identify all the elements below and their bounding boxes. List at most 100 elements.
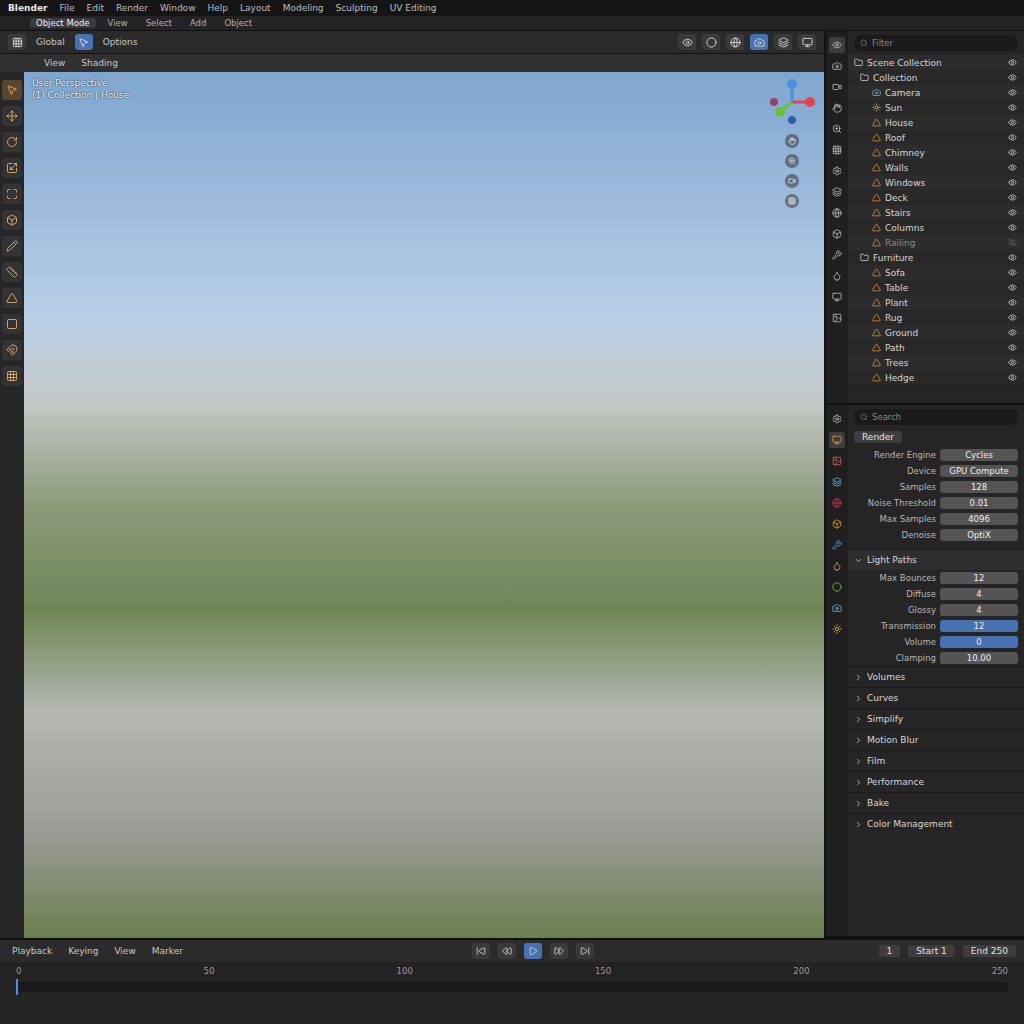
visibility-toggle[interactable] <box>1006 252 1018 264</box>
outliner-row[interactable]: Roof <box>848 130 1024 145</box>
visibility-toggle[interactable] <box>1006 357 1018 369</box>
strip-icon[interactable] <box>829 58 845 74</box>
outliner-row[interactable]: Collection <box>848 70 1024 85</box>
property-value[interactable]: GPU Compute <box>940 465 1018 477</box>
visibility-toggle[interactable] <box>1006 237 1018 249</box>
tool-icon[interactable] <box>2 314 22 334</box>
outliner-row[interactable]: Railing <box>848 235 1024 250</box>
property-value[interactable]: 12 <box>940 620 1018 632</box>
outliner-row[interactable]: Chimney <box>848 145 1024 160</box>
visibility-toggle[interactable] <box>1006 312 1018 324</box>
outliner-search[interactable]: Filter <box>854 35 1018 51</box>
outliner-row[interactable]: Columns <box>848 220 1024 235</box>
outliner-row[interactable]: Rug <box>848 310 1024 325</box>
tool-icon[interactable] <box>2 80 22 100</box>
menu-icon[interactable] <box>8 34 26 50</box>
shading-icon[interactable] <box>702 34 720 50</box>
property-value[interactable]: 12 <box>940 572 1018 584</box>
outliner-row[interactable]: Scene Collection <box>848 55 1024 70</box>
playback-button[interactable] <box>550 943 568 959</box>
header-item[interactable]: Object Mode <box>30 18 96 28</box>
outliner-row[interactable]: Plant <box>848 295 1024 310</box>
properties-tab[interactable] <box>829 474 845 490</box>
render-view[interactable]: User Perspective(1) Collection | House <box>24 72 824 938</box>
visibility-toggle[interactable] <box>1006 222 1018 234</box>
outliner-row[interactable]: Walls <box>848 160 1024 175</box>
shading-icon[interactable] <box>798 34 816 50</box>
visibility-toggle[interactable] <box>1006 87 1018 99</box>
viewport-menu[interactable]: View <box>40 58 69 68</box>
strip-icon[interactable] <box>829 184 845 200</box>
menu-item[interactable]: Layout <box>240 3 271 13</box>
tool-icon[interactable] <box>2 132 22 152</box>
header-item[interactable]: View <box>102 18 134 28</box>
tool-icon[interactable] <box>2 288 22 308</box>
visibility-toggle[interactable] <box>1006 372 1018 384</box>
outliner-row[interactable]: Deck <box>848 190 1024 205</box>
strip-icon[interactable] <box>829 247 845 263</box>
menu-item[interactable]: Modeling <box>283 3 324 13</box>
header-item[interactable]: Select <box>140 18 178 28</box>
tool-icon[interactable] <box>2 262 22 282</box>
timeline-menu[interactable]: Keying <box>64 946 102 956</box>
strip-icon[interactable] <box>829 289 845 305</box>
visibility-toggle[interactable] <box>1006 102 1018 114</box>
strip-icon[interactable] <box>829 100 845 116</box>
properties-tab[interactable] <box>829 411 845 427</box>
shading-icon[interactable] <box>750 34 768 50</box>
properties-tab[interactable] <box>829 537 845 553</box>
nav-button[interactable] <box>785 134 799 148</box>
outliner-row[interactable]: Sofa <box>848 265 1024 280</box>
playback-button[interactable] <box>576 943 594 959</box>
properties-search[interactable]: Search <box>854 409 1018 425</box>
nav-button[interactable] <box>785 194 799 208</box>
outliner-row[interactable]: Table <box>848 280 1024 295</box>
visibility-toggle[interactable] <box>1006 192 1018 204</box>
property-value[interactable]: 0.01 <box>940 497 1018 509</box>
visibility-toggle[interactable] <box>1006 282 1018 294</box>
tool-icon[interactable] <box>2 106 22 126</box>
timeline-menu[interactable]: Marker <box>148 946 187 956</box>
property-value[interactable]: Cycles <box>940 449 1018 461</box>
section-header[interactable]: Color Management <box>848 813 1024 834</box>
header-item[interactable]: Object <box>218 18 258 28</box>
menu-item[interactable]: Window <box>160 3 196 13</box>
current-frame[interactable]: 1 <box>879 945 901 957</box>
section-header[interactable]: Curves <box>848 687 1024 708</box>
section-header[interactable]: Bake <box>848 792 1024 813</box>
properties-tab[interactable] <box>829 495 845 511</box>
visibility-toggle[interactable] <box>1006 132 1018 144</box>
visibility-toggle[interactable] <box>1006 297 1018 309</box>
section-header[interactable]: Simplify <box>848 708 1024 729</box>
visibility-toggle[interactable] <box>1006 342 1018 354</box>
tool-label[interactable]: Options <box>99 37 142 47</box>
properties-tab[interactable] <box>829 600 845 616</box>
menu-item[interactable]: UV Editing <box>390 3 437 13</box>
menu-item[interactable]: Render <box>116 3 148 13</box>
menu-item[interactable]: Edit <box>87 3 104 13</box>
outliner-row[interactable]: House <box>848 115 1024 130</box>
section-header[interactable]: Film <box>848 750 1024 771</box>
tool-icon[interactable] <box>2 158 22 178</box>
visibility-toggle[interactable] <box>1006 72 1018 84</box>
strip-icon[interactable] <box>829 37 845 53</box>
outliner-row[interactable]: Trees <box>848 355 1024 370</box>
playback-button[interactable] <box>472 943 490 959</box>
property-value[interactable]: OptiX <box>940 529 1018 541</box>
tool-icon[interactable] <box>2 340 22 360</box>
property-value[interactable]: 10.00 <box>940 652 1018 664</box>
outliner-row[interactable]: Hedge <box>848 370 1024 385</box>
strip-icon[interactable] <box>829 268 845 284</box>
section-header[interactable]: Light Paths <box>848 549 1024 570</box>
property-value[interactable]: 128 <box>940 481 1018 493</box>
properties-tab[interactable] <box>829 579 845 595</box>
properties-tab[interactable] <box>829 453 845 469</box>
scrub-track[interactable] <box>16 982 1008 992</box>
menu-item[interactable]: File <box>59 3 74 13</box>
viewport-menu[interactable]: Shading <box>77 58 122 68</box>
strip-icon[interactable] <box>829 310 845 326</box>
playback-button[interactable] <box>498 943 516 959</box>
menu-item[interactable]: Sculpting <box>336 3 378 13</box>
property-value[interactable]: 4 <box>940 588 1018 600</box>
strip-icon[interactable] <box>829 79 845 95</box>
